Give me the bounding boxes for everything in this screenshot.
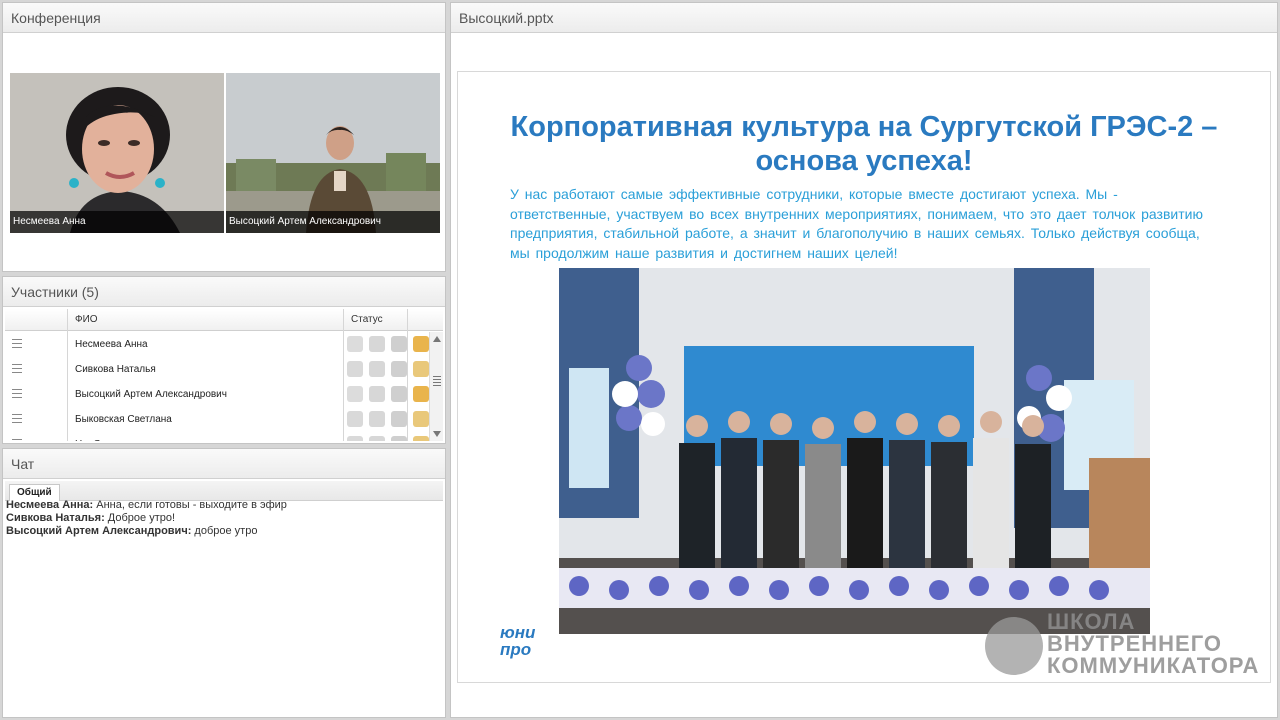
participants-panel: Участники (5) ФИО Статус Несмеева Анна С… (2, 276, 446, 444)
logo-text: юни (500, 623, 536, 642)
microphone-off-icon[interactable] (347, 361, 363, 377)
participant-status (347, 436, 429, 441)
participant-status (347, 386, 429, 404)
participant-name: Высоцкий Артем Александрович (75, 389, 227, 400)
participant-name-label: Несмеева Анна (10, 211, 224, 233)
camera-off-icon[interactable] (369, 411, 385, 427)
participant-name: Несмеева Анна (75, 339, 148, 350)
company-logo: юни про (500, 624, 535, 658)
slide-photo (559, 268, 1150, 634)
scroll-down-icon[interactable] (433, 431, 441, 437)
presentation-header: Высоцкий.pptx (451, 3, 1277, 33)
screen-off-icon[interactable] (391, 436, 407, 441)
slide-body: У нас работают самые эффективные сотрудн… (510, 186, 1203, 261)
watermark-line: ШКОЛА (1047, 609, 1136, 634)
row-menu-icon[interactable] (12, 439, 22, 441)
camera-off-icon[interactable] (369, 336, 385, 352)
user-icon[interactable] (413, 336, 429, 352)
participant-row[interactable]: Н... С... (5, 432, 429, 441)
participants-scrollbar[interactable] (429, 332, 443, 441)
award-ceremony-photo (559, 268, 1150, 634)
row-menu-icon[interactable] (12, 414, 22, 423)
presentation-slide: Корпоративная культура на Сургутской ГРЭ… (457, 71, 1271, 683)
participant-row[interactable]: Сивкова Наталья (5, 357, 429, 382)
user-icon[interactable] (413, 436, 429, 441)
chat-author: Сивкова Наталья: (6, 512, 105, 524)
participant-row[interactable]: Несмеева Анна (5, 332, 429, 357)
chat-text: Доброе утро! (104, 512, 176, 524)
chat-message: Несмеева Анна: Анна, если готовы - выход… (6, 499, 441, 512)
microphone-off-icon[interactable] (347, 411, 363, 427)
participants-table-header: ФИО Статус (5, 309, 443, 331)
row-menu-icon[interactable] (12, 389, 22, 398)
camera-off-icon[interactable] (369, 386, 385, 402)
row-menu-icon[interactable] (12, 339, 22, 348)
camera-off-icon[interactable] (369, 436, 385, 441)
participant-row[interactable]: Быковская Светлана (5, 407, 429, 432)
microphone-icon[interactable] (347, 336, 363, 352)
chat-text: доброе утро (191, 525, 258, 537)
conference-panel: Конференция Несмеева Анна Высоцкий Артем… (2, 2, 446, 272)
user-icon[interactable] (413, 361, 429, 377)
user-icon[interactable] (413, 386, 429, 402)
screen-off-icon[interactable] (391, 361, 407, 377)
chat-panel: Чат Общий Несмеева Анна: Анна, если гото… (2, 448, 446, 718)
chat-message: Сивкова Наталья: Доброе утро! (6, 512, 441, 525)
participant-video-frame (226, 73, 440, 233)
participant-status (347, 411, 429, 429)
chat-messages: Несмеева Анна: Анна, если готовы - выход… (6, 499, 441, 538)
column-header-name[interactable]: ФИО (75, 309, 98, 331)
camera-off-icon[interactable] (369, 361, 385, 377)
slide-title: Корпоративная культура на Сургутской ГРЭ… (510, 111, 1218, 177)
microphone-off-icon[interactable] (347, 436, 363, 441)
conference-header: Конференция (3, 3, 445, 33)
chat-header: Чат (3, 449, 445, 479)
participant-video-frame (10, 73, 224, 233)
watermark-line: ВНУТРЕННЕГО (1047, 631, 1222, 656)
screen-off-icon[interactable] (391, 386, 407, 402)
microphone-icon[interactable] (347, 386, 363, 402)
screen-off-icon[interactable] (391, 411, 407, 427)
chat-message: Высоцкий Артем Александрович: доброе утр… (6, 525, 441, 538)
chat-author: Высоцкий Артем Александрович: (6, 525, 192, 537)
participant-status (347, 336, 429, 354)
participant-name: Сивкова Наталья (75, 364, 156, 375)
participant-name: Н... С... (75, 432, 109, 441)
participant-name-label: Высоцкий Артем Александрович (226, 211, 440, 233)
video-tile-vysotsky[interactable]: Высоцкий Артем Александрович (226, 73, 440, 233)
chat-author: Несмеева Анна: (6, 499, 94, 511)
scroll-grip-icon[interactable] (433, 376, 441, 388)
scroll-up-icon[interactable] (433, 336, 441, 342)
row-menu-icon[interactable] (12, 364, 22, 373)
participants-list: Несмеева Анна Сивкова Наталья Высоцкий А… (5, 332, 429, 441)
watermark-text: ШКОЛА ВНУТРЕННЕГО КОММУНИКАТОРА (1047, 611, 1259, 677)
presentation-panel: Высоцкий.pptx Корпоративная культура на … (450, 2, 1278, 718)
watermark-line: КОММУНИКАТОРА (1047, 653, 1260, 678)
chat-tabs: Общий (5, 481, 443, 501)
school-watermark: ШКОЛА ВНУТРЕННЕГО КОММУНИКАТОРА (985, 607, 1258, 677)
participants-header: Участники (5) (3, 277, 445, 307)
participant-status (347, 361, 429, 379)
column-header-status[interactable]: Статус (351, 309, 383, 331)
participant-name: Быковская Светлана (75, 414, 172, 425)
chat-text: Анна, если готовы - выходите в эфир (93, 499, 287, 511)
user-icon[interactable] (413, 411, 429, 427)
screen-off-icon[interactable] (391, 336, 407, 352)
logo-text: про (500, 640, 532, 659)
video-tile-nesmeeva[interactable]: Несмеева Анна (10, 73, 224, 233)
watermark-circle-icon (985, 617, 1043, 675)
participant-row[interactable]: Высоцкий Артем Александрович (5, 382, 429, 407)
